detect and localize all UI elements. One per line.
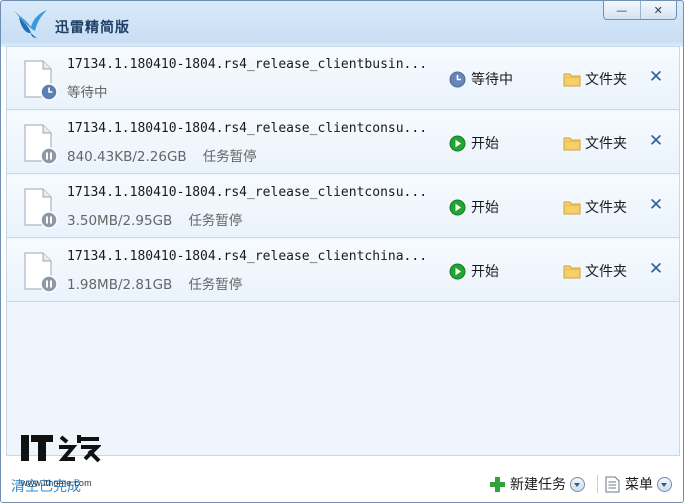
folder-label: 文件夹 xyxy=(585,72,627,88)
folder-label: 文件夹 xyxy=(585,200,627,216)
open-folder-button[interactable]: 文件夹 xyxy=(563,69,627,89)
folder-icon xyxy=(563,265,581,278)
task-filename: 17134.1.180410-1804.rs4_release_clientbu… xyxy=(67,57,428,72)
action-label: 开始 xyxy=(471,200,499,216)
bottom-toolbar: 清空已完成 新建任务 菜单 xyxy=(1,459,683,502)
task-row[interactable]: 17134.1.180410-1804.rs4_release_clientco… xyxy=(7,175,679,238)
start-task-button[interactable]: 开始 xyxy=(449,133,499,153)
menu-button[interactable]: 菜单 xyxy=(605,475,672,493)
task-list: 17134.1.180410-1804.rs4_release_clientbu… xyxy=(6,46,680,456)
app-title: 迅雷精简版 xyxy=(55,20,130,36)
task-waiting-indicator: 等待中 xyxy=(449,69,513,89)
window-controls: — ✕ xyxy=(603,1,677,20)
task-filename: 17134.1.180410-1804.rs4_release_clientch… xyxy=(67,249,428,264)
task-filename: 17134.1.180410-1804.rs4_release_clientco… xyxy=(67,185,428,200)
file-paused-icon xyxy=(24,188,58,229)
start-task-button[interactable]: 开始 xyxy=(449,261,499,281)
action-label: 开始 xyxy=(471,136,499,152)
document-menu-icon xyxy=(605,476,620,492)
folder-icon xyxy=(563,201,581,214)
new-task-label: 新建任务 xyxy=(510,477,566,493)
folder-icon xyxy=(563,73,581,86)
task-status: 任务暂停 xyxy=(202,149,257,165)
title-bar[interactable]: 迅雷精简版 — ✕ xyxy=(1,1,683,47)
app-window: 迅雷精简版 — ✕ 17134.1.180410-1804.rs4_releas… xyxy=(0,0,684,503)
folder-label: 文件夹 xyxy=(585,136,627,152)
play-icon xyxy=(449,199,466,215)
action-label: 等待中 xyxy=(471,72,513,88)
open-folder-button[interactable]: 文件夹 xyxy=(563,133,627,153)
clock-icon xyxy=(449,71,466,87)
task-info: 1.98MB/2.81GB 任务暂停 xyxy=(67,273,242,293)
plus-icon xyxy=(490,476,505,492)
task-info: 等待中 xyxy=(67,81,108,101)
new-task-dropdown-icon[interactable] xyxy=(570,476,585,492)
menu-dropdown-icon[interactable] xyxy=(657,476,672,492)
open-folder-button[interactable]: 文件夹 xyxy=(563,261,627,281)
task-row[interactable]: 17134.1.180410-1804.rs4_release_clientbu… xyxy=(7,47,679,110)
watermark-url: www.ithome.com xyxy=(21,478,92,488)
menu-label: 菜单 xyxy=(625,477,653,493)
task-status: 任务暂停 xyxy=(188,277,243,293)
folder-icon xyxy=(563,137,581,150)
play-icon xyxy=(449,263,466,279)
file-paused-icon xyxy=(24,124,58,165)
task-progress: 1.98MB/2.81GB xyxy=(67,277,173,293)
folder-label: 文件夹 xyxy=(585,264,627,280)
file-paused-icon xyxy=(24,252,58,293)
task-status: 等待中 xyxy=(67,85,108,101)
close-window-button[interactable]: ✕ xyxy=(639,1,677,19)
task-info: 3.50MB/2.95GB 任务暂停 xyxy=(67,209,242,229)
delete-task-button[interactable]: ✕ xyxy=(648,195,664,215)
xunlei-bird-logo-icon xyxy=(14,10,47,38)
new-task-button[interactable]: 新建任务 xyxy=(489,475,585,493)
minimize-button[interactable]: — xyxy=(604,1,640,19)
open-folder-button[interactable]: 文件夹 xyxy=(563,197,627,217)
action-label: 开始 xyxy=(471,264,499,280)
toolbar-divider xyxy=(597,475,598,493)
play-icon xyxy=(449,135,466,151)
file-clock-icon xyxy=(24,60,58,101)
start-task-button[interactable]: 开始 xyxy=(449,197,499,217)
delete-task-button[interactable]: ✕ xyxy=(648,259,664,279)
task-status: 任务暂停 xyxy=(188,213,243,229)
delete-task-button[interactable]: ✕ xyxy=(648,67,664,87)
task-progress: 3.50MB/2.95GB xyxy=(67,213,173,229)
task-row[interactable]: 17134.1.180410-1804.rs4_release_clientch… xyxy=(7,239,679,302)
task-info: 840.43KB/2.26GB 任务暂停 xyxy=(67,145,257,165)
task-row[interactable]: 17134.1.180410-1804.rs4_release_clientco… xyxy=(7,111,679,174)
task-filename: 17134.1.180410-1804.rs4_release_clientco… xyxy=(67,121,428,136)
delete-task-button[interactable]: ✕ xyxy=(648,131,664,151)
task-progress: 840.43KB/2.26GB xyxy=(67,149,187,165)
